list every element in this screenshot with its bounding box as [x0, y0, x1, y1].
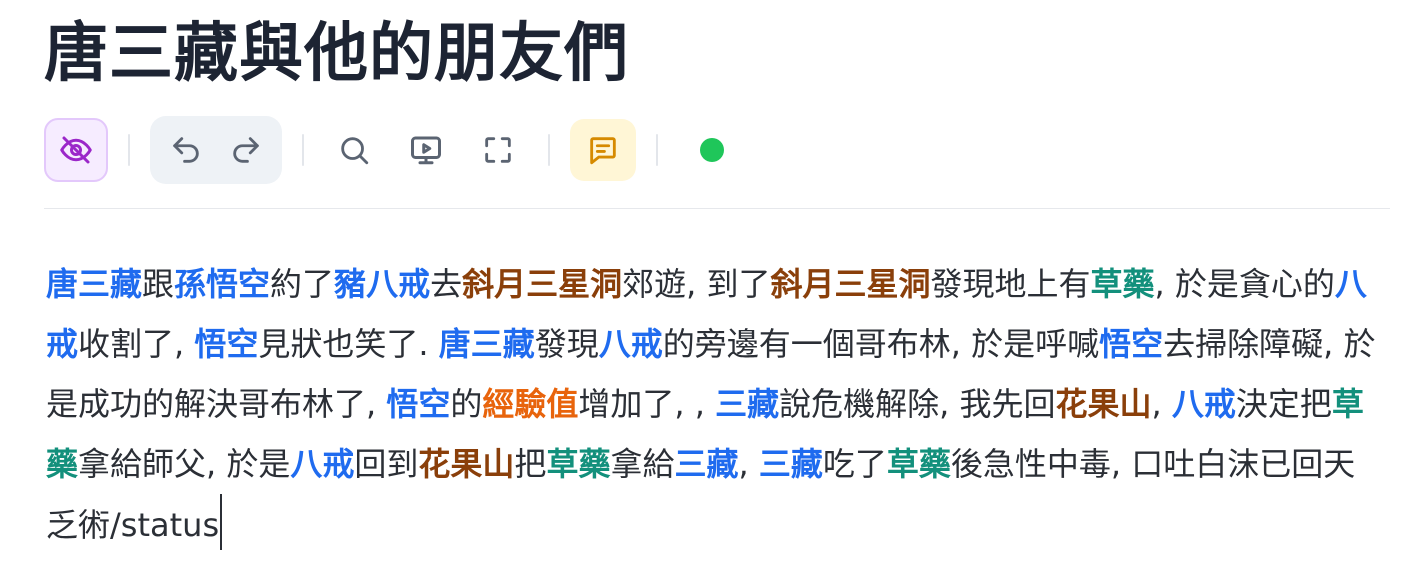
document-body[interactable]: 唐三藏跟孫悟空約了豬八戒去斜月三星洞郊遊, 到了斜月三星洞發現地上有草藥, 於是…	[46, 254, 1386, 555]
text-run: 去	[430, 265, 463, 303]
toolbar-separator	[656, 134, 658, 166]
comment-button[interactable]	[570, 119, 636, 181]
entity-tag-person[interactable]: 八戒	[599, 325, 663, 363]
entity-tag-place[interactable]: 花果山	[418, 445, 514, 483]
entity-tag-item[interactable]: 草藥	[1091, 265, 1155, 303]
toolbar-separator	[302, 134, 304, 166]
text-run: 增加了, ,	[578, 385, 716, 423]
eye-off-icon	[60, 136, 92, 164]
history-button-group	[150, 116, 282, 184]
text-run: ,	[1151, 385, 1172, 423]
entity-tag-person[interactable]: 八戒	[290, 445, 354, 483]
text-run: 見狀也笑了.	[258, 325, 439, 363]
text-run: 發現地上有	[930, 265, 1091, 303]
entity-tag-item[interactable]: 草藥	[546, 445, 610, 483]
entity-tag-place[interactable]: 花果山	[1055, 385, 1151, 423]
toolbar-divider	[44, 208, 1390, 209]
entity-tag-place[interactable]: 斜月三星洞	[770, 265, 930, 303]
text-run: 把	[514, 445, 547, 483]
redo-icon	[233, 137, 259, 163]
undo-button[interactable]	[156, 120, 216, 180]
search-button[interactable]	[324, 120, 384, 180]
entity-tag-person[interactable]: 唐三藏	[439, 325, 535, 363]
editor-toolbar	[44, 116, 724, 184]
document-title: 唐三藏與他的朋友們	[44, 17, 629, 91]
fullscreen-icon	[485, 137, 511, 163]
entity-tag-person[interactable]: 悟空	[1099, 325, 1163, 363]
text-run: 拿給	[610, 445, 675, 483]
entity-tag-person[interactable]: 三藏	[715, 385, 779, 423]
text-run: 吃了	[822, 445, 887, 483]
comment-icon	[590, 137, 616, 165]
text-run: 的	[450, 385, 483, 423]
toolbar-separator	[128, 134, 130, 166]
text-run: , 於是貪心的	[1154, 265, 1335, 303]
entity-tag-person[interactable]: 三藏	[674, 445, 738, 483]
text-run: 決定把	[1235, 385, 1332, 423]
fullscreen-button[interactable]	[468, 120, 528, 180]
text-run: 拿給師父, 於是	[78, 445, 291, 483]
text-run: 回到	[354, 445, 419, 483]
text-run: 收割了,	[78, 325, 195, 363]
entity-tag-person[interactable]: 唐三藏	[46, 265, 142, 303]
undo-icon	[173, 137, 199, 163]
hide-annotations-button[interactable]	[44, 118, 108, 182]
entity-tag-place[interactable]: 斜月三星洞	[462, 265, 622, 303]
search-icon	[341, 137, 369, 165]
text-run: ,	[738, 445, 759, 483]
redo-button[interactable]	[216, 120, 276, 180]
text-run: 說危機解除, 我先回	[779, 385, 1056, 423]
text-run: 的旁邊有一個哥布林, 於是呼喊	[662, 325, 1100, 363]
text-run: 發現	[534, 325, 599, 363]
present-button[interactable]	[396, 120, 456, 180]
entity-tag-person[interactable]: 三藏	[759, 445, 823, 483]
text-run: 約了	[270, 265, 335, 303]
entity-tag-person[interactable]: 八戒	[1172, 385, 1236, 423]
entity-tag-stat[interactable]: 經驗值	[482, 385, 578, 423]
text-cursor	[220, 494, 223, 550]
entity-tag-item[interactable]: 草藥	[887, 445, 951, 483]
entity-tag-person[interactable]: 悟空	[386, 385, 450, 423]
view-button-group	[324, 120, 528, 180]
text-run: 郊遊, 到了	[622, 265, 771, 303]
toolbar-separator	[548, 134, 550, 166]
present-icon	[411, 136, 441, 165]
entity-tag-person[interactable]: 豬八戒	[334, 265, 430, 303]
entity-tag-person[interactable]: 孫悟空	[174, 265, 270, 303]
text-run: 跟	[142, 265, 175, 303]
entity-tag-person[interactable]: 悟空	[194, 325, 258, 363]
online-status-indicator	[700, 138, 724, 162]
